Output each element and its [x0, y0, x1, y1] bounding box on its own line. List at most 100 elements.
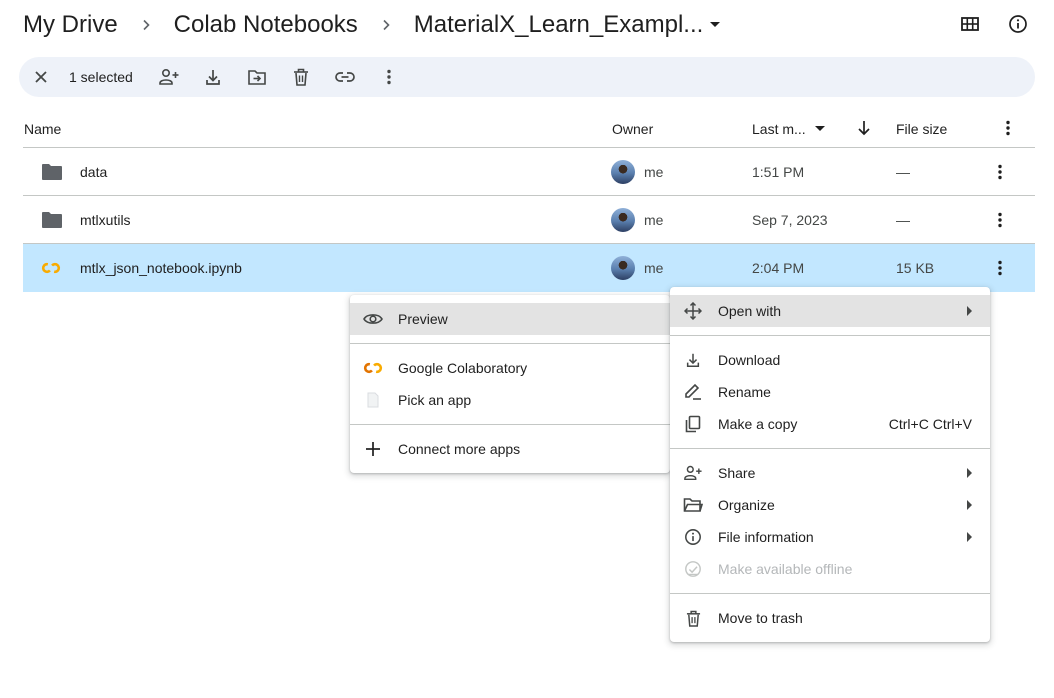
grid-view-icon[interactable]	[958, 12, 982, 36]
table-row-selected[interactable]: mtlx_json_notebook.ipynb me 2:04 PM 15 K…	[23, 244, 1035, 292]
avatar	[611, 159, 635, 184]
menu-item-label: Organize	[718, 497, 775, 513]
menu-item-label: Download	[718, 352, 781, 368]
more-vert-icon[interactable]	[998, 196, 1002, 243]
trash-icon[interactable]	[289, 65, 313, 89]
menu-item-label: Share	[718, 465, 756, 481]
download-icon[interactable]	[201, 65, 225, 89]
selection-count: 1 selected	[69, 69, 133, 85]
sort-arrow-down-icon[interactable]	[857, 120, 871, 136]
last-modified: Sep 7, 2023	[752, 211, 828, 228]
header-last-modified[interactable]: Last m...	[752, 121, 826, 137]
more-vert-icon[interactable]	[377, 65, 401, 89]
file-name: data	[80, 163, 108, 180]
more-vert-icon[interactable]	[1006, 120, 1010, 136]
offline-icon	[682, 558, 704, 580]
submenu-arrow-icon	[967, 468, 972, 478]
file-name: mtlxutils	[80, 211, 131, 228]
more-vert-icon[interactable]	[998, 148, 1002, 195]
move-to-folder-icon[interactable]	[245, 65, 269, 89]
menu-item-download[interactable]: Download	[670, 344, 990, 376]
header-owner[interactable]: Owner	[612, 121, 653, 137]
menu-item-label: Open with	[718, 303, 782, 319]
menu-item-make-available-offline: Make available offline	[670, 553, 990, 585]
share-icon	[682, 462, 704, 484]
eye-icon	[362, 308, 384, 330]
info-icon[interactable]	[1006, 12, 1030, 36]
caret-down-icon	[814, 126, 825, 131]
info-icon	[682, 526, 704, 548]
colab-icon	[362, 357, 384, 379]
link-icon[interactable]	[333, 65, 357, 89]
copy-icon	[682, 413, 704, 435]
menu-item-label: Google Colaboratory	[398, 360, 528, 376]
owner-name: me	[644, 259, 664, 276]
chevron-right-icon	[140, 19, 152, 31]
colab-icon	[41, 244, 61, 291]
last-modified: 2:04 PM	[752, 259, 805, 276]
caret-down-icon	[710, 22, 721, 27]
submenu-arrow-icon	[967, 532, 972, 542]
menu-item-file-information[interactable]: File information	[670, 521, 990, 553]
breadcrumb-current-label: MaterialX_Learn_Exampl...	[413, 11, 704, 38]
shortcut-label: Ctrl+C Ctrl+V	[888, 416, 972, 432]
menu-divider	[350, 343, 670, 344]
breadcrumb: My Drive Colab Notebooks MaterialX_Learn…	[23, 8, 721, 42]
menu-item-label: Make a copy	[718, 416, 798, 432]
open-with-icon	[682, 300, 704, 322]
file-size: —	[896, 163, 910, 180]
header-name[interactable]: Name	[24, 121, 61, 137]
open-with-submenu: Preview Google Colaboratory Pick an app …	[350, 295, 670, 473]
menu-item-move-to-trash[interactable]: Move to trash	[670, 602, 990, 634]
avatar	[611, 255, 635, 280]
breadcrumb-current-folder[interactable]: MaterialX_Learn_Exampl...	[414, 11, 721, 39]
table-header: Name Owner Last m... File size	[23, 111, 1035, 148]
selection-toolbar: 1 selected	[19, 57, 1035, 97]
menu-item-make-a-copy[interactable]: Make a copy Ctrl+C Ctrl+V	[670, 408, 990, 440]
owner-name: me	[644, 163, 664, 180]
menu-item-label: Connect more apps	[398, 441, 521, 457]
header-last-modified-label: Last m...	[752, 121, 806, 137]
breadcrumb-colab-notebooks[interactable]: Colab Notebooks	[174, 11, 358, 39]
table-row[interactable]: mtlxutils me Sep 7, 2023 —	[23, 196, 1035, 244]
context-menu: Open with Download Rename Make a copy Ct…	[670, 287, 990, 642]
menu-item-label: File information	[718, 529, 814, 545]
header-file-size[interactable]: File size	[896, 121, 947, 137]
menu-item-organize[interactable]: Organize	[670, 489, 990, 521]
close-icon[interactable]	[29, 65, 53, 89]
plus-icon	[362, 438, 384, 460]
file-name: mtlx_json_notebook.ipynb	[80, 259, 242, 276]
menu-item-google-colaboratory[interactable]: Google Colaboratory	[350, 352, 670, 384]
file-size: 15 KB	[896, 259, 935, 276]
menu-divider	[670, 335, 990, 336]
last-modified: 1:51 PM	[752, 163, 805, 180]
menu-divider	[350, 424, 670, 425]
share-icon[interactable]	[157, 65, 181, 89]
owner-cell: me	[611, 244, 663, 291]
menu-item-connect-more-apps[interactable]: Connect more apps	[350, 433, 670, 465]
menu-item-label: Preview	[398, 311, 448, 327]
submenu-arrow-icon	[967, 306, 972, 316]
menu-item-open-with[interactable]: Open with	[670, 295, 990, 327]
avatar	[611, 207, 635, 232]
more-vert-icon[interactable]	[998, 244, 1002, 291]
owner-cell: me	[611, 196, 663, 243]
submenu-arrow-icon	[967, 500, 972, 510]
menu-divider	[670, 448, 990, 449]
menu-item-rename[interactable]: Rename	[670, 376, 990, 408]
menu-item-preview[interactable]: Preview	[350, 303, 670, 335]
breadcrumb-my-drive[interactable]: My Drive	[23, 11, 118, 39]
chevron-right-icon	[380, 19, 392, 31]
file-list: Name Owner Last m... File size data me 1…	[23, 111, 1035, 292]
menu-divider	[670, 593, 990, 594]
view-controls	[958, 12, 1030, 36]
menu-item-share[interactable]: Share	[670, 457, 990, 489]
file-icon	[362, 389, 384, 411]
menu-item-label: Move to trash	[718, 610, 803, 626]
menu-item-label: Pick an app	[398, 392, 472, 408]
folder-icon	[41, 148, 63, 195]
file-size: —	[896, 211, 910, 228]
trash-icon	[682, 607, 704, 629]
table-row[interactable]: data me 1:51 PM —	[23, 148, 1035, 196]
menu-item-pick-an-app[interactable]: Pick an app	[350, 384, 670, 416]
